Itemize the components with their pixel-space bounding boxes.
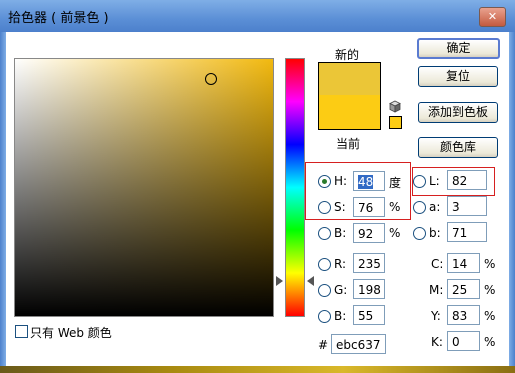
b-channel-radio[interactable] [413,227,426,240]
cyan-label: C: [431,257,444,271]
out-of-gamut-cube-icon[interactable] [389,100,401,113]
red-label: R: [334,257,347,271]
b-channel-input[interactable]: 71 [447,222,487,242]
yellow-label: Y: [431,309,441,323]
color-field[interactable] [14,58,274,317]
current-color-swatch[interactable] [318,95,381,130]
saturation-unit: % [389,200,401,214]
cyan-unit: % [484,257,496,271]
b-channel-label: b: [429,226,441,240]
saturation-radio[interactable] [318,201,331,214]
hue-slider-right-arrow[interactable] [307,276,314,286]
black-label: K: [431,335,443,349]
reset-button[interactable]: 复位 [418,66,498,87]
web-safe-color-swatch[interactable] [389,116,402,129]
magenta-input[interactable]: 25 [447,279,480,299]
new-color-label: 新的 [335,48,360,62]
black-unit: % [484,335,496,349]
hue-slider-left-arrow[interactable] [276,276,283,286]
add-to-swatches-button[interactable]: 添加到色板 [418,102,498,123]
lightness-input[interactable]: 82 [447,170,487,190]
yellow-unit: % [484,309,496,323]
magenta-label: M: [429,283,444,297]
hue-value: 48 [358,175,374,189]
background-strip [0,366,515,373]
a-channel-radio[interactable] [413,201,426,214]
a-channel-input[interactable]: 3 [447,196,487,216]
close-icon[interactable]: ✕ [479,7,506,27]
green-input[interactable]: 198 [353,279,385,299]
brightness-label: B: [334,226,347,240]
hue-unit: 度 [389,176,402,190]
yellow-input[interactable]: 83 [447,305,480,325]
hue-input[interactable]: 48 [353,171,385,191]
blue-label: B: [334,309,347,323]
hue-label: H: [334,174,348,188]
green-label: G: [334,283,348,297]
ok-button[interactable]: 确定 [417,38,500,59]
hex-label: # [318,338,329,352]
hue-slider[interactable] [285,58,305,317]
green-radio[interactable] [318,284,331,297]
magenta-unit: % [484,283,496,297]
window-frame-right [509,32,515,373]
brightness-radio[interactable] [318,227,331,240]
color-field-cursor[interactable] [205,73,217,85]
red-input[interactable]: 235 [353,253,385,273]
saturation-label: S: [334,200,346,214]
current-color-label: 当前 [336,137,361,151]
hex-input[interactable]: ebc637 [331,334,386,354]
brightness-unit: % [389,226,401,240]
lightness-radio[interactable] [413,175,426,188]
blue-input[interactable]: 55 [353,305,385,325]
red-radio[interactable] [318,258,331,271]
color-libraries-button[interactable]: 颜色库 [418,137,498,158]
a-channel-label: a: [429,200,441,214]
hue-radio[interactable] [318,175,331,188]
new-color-swatch [318,62,381,96]
cyan-input[interactable]: 14 [447,253,480,273]
web-colors-only-label: 只有 Web 颜色 [30,326,112,340]
blue-radio[interactable] [318,310,331,323]
web-colors-only-checkbox[interactable] [15,325,28,338]
saturation-input[interactable]: 76 [353,197,385,217]
window-title: 拾色器 ( 前景色 ) [8,11,109,26]
brightness-input[interactable]: 92 [353,223,385,243]
lightness-label: L: [429,174,440,188]
black-input[interactable]: 0 [447,331,480,351]
